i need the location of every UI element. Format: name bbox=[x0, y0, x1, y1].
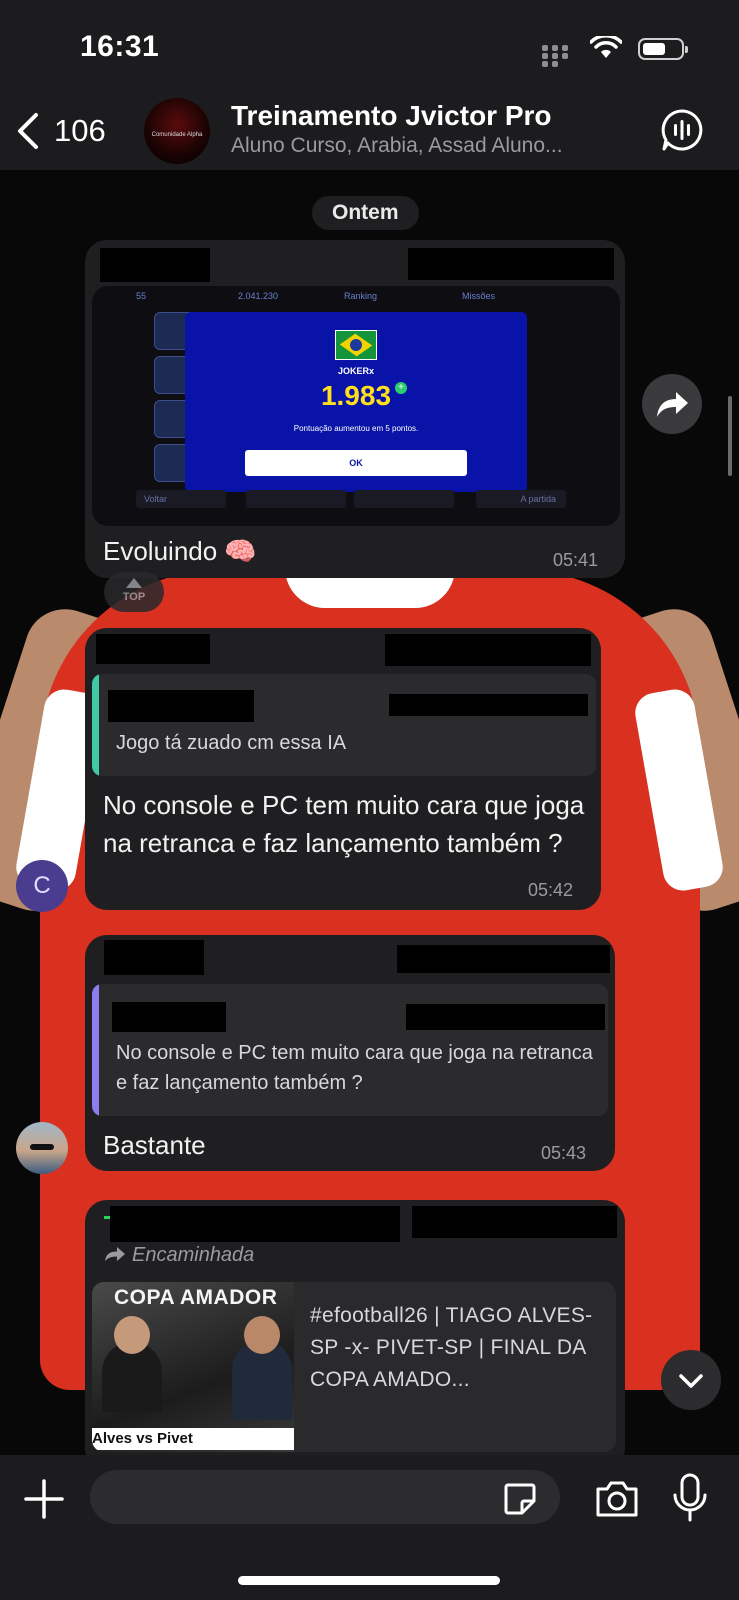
game-screenshot[interactable]: 55 2.041.230 Ranking Missões JOKERx 1.98… bbox=[92, 286, 620, 526]
avatar-caption: Comunidade Alpha bbox=[151, 132, 203, 138]
redacted-quote-sender bbox=[108, 690, 254, 722]
message-text: Evoluindo 🧠 bbox=[103, 536, 257, 566]
thumbnail-person bbox=[244, 1316, 280, 1354]
thumbnail-person bbox=[114, 1316, 150, 1354]
chevron-left-icon bbox=[18, 113, 38, 149]
sticker-icon[interactable] bbox=[502, 1481, 538, 1517]
chat-members[interactable]: Aluno Curso, Arabia, Assad Aluno... bbox=[231, 134, 601, 158]
thumbnail-players: Alves vs Pivet bbox=[92, 1428, 294, 1450]
battery-icon bbox=[638, 38, 688, 60]
quote-text: Jogo tá zuado cm essa IA bbox=[116, 732, 347, 754]
message-time: 05:41 bbox=[553, 550, 599, 570]
message-input[interactable] bbox=[90, 1470, 560, 1524]
scrollbar[interactable] bbox=[728, 396, 732, 476]
redacted-sender bbox=[104, 940, 204, 975]
quoted-message[interactable]: No console e PC tem muito cara que joga … bbox=[92, 984, 608, 1116]
quote-bar bbox=[92, 984, 99, 1116]
game-player-name: JOKERx bbox=[337, 366, 374, 376]
group-avatar[interactable]: Comunidade Alpha bbox=[144, 98, 210, 164]
scroll-down-button[interactable] bbox=[661, 1350, 721, 1410]
redacted-phone bbox=[397, 945, 610, 973]
score-up-icon: + bbox=[395, 382, 407, 394]
chat-title[interactable]: Treinamento Jvictor Pro bbox=[231, 100, 552, 132]
message-time: 05:42 bbox=[528, 880, 574, 900]
redacted-sender bbox=[96, 634, 210, 664]
quote-bar bbox=[92, 674, 99, 776]
game-bar bbox=[354, 490, 454, 508]
wifi-icon bbox=[590, 36, 622, 58]
forward-button[interactable] bbox=[642, 374, 702, 434]
quoted-message[interactable]: Jogo tá zuado cm essa IA bbox=[92, 674, 596, 776]
status-time: 16:31 bbox=[80, 30, 160, 63]
redacted-phone bbox=[385, 634, 591, 666]
share-arrow-icon bbox=[657, 392, 688, 417]
game-points: 2.041.230 bbox=[238, 291, 279, 301]
chevron-down-icon bbox=[679, 1374, 703, 1388]
forward-icon bbox=[105, 1247, 125, 1261]
sender-avatar-photo[interactable] bbox=[16, 1122, 68, 1174]
game-missions: Missões bbox=[462, 291, 496, 301]
brazil-flag-icon bbox=[335, 330, 377, 360]
game-score: 1.983 bbox=[320, 380, 392, 411]
game-score-info: Pontuação aumentou em 5 pontos. bbox=[293, 424, 419, 433]
game-next-button: A partida bbox=[476, 490, 566, 508]
message-time: 05:43 bbox=[541, 1143, 587, 1163]
redacted-quote-phone bbox=[389, 694, 588, 716]
forwarded-text: Encaminhada bbox=[132, 1244, 255, 1266]
game-topbar: 55 2.041.230 Ranking Missões bbox=[92, 286, 620, 306]
forwarded-label: Encaminhada bbox=[104, 1244, 254, 1267]
date-separator: Ontem bbox=[312, 196, 419, 230]
message-text: Bastante bbox=[103, 1130, 206, 1160]
preview-title: #efootball26 | TIAGO ALVES-SP -x- PIVET-… bbox=[310, 1304, 593, 1391]
chat-header: 106 Comunidade Alpha Treinamento Jvictor… bbox=[0, 90, 739, 170]
quote-text: No console e PC tem muito cara que joga … bbox=[116, 1042, 593, 1094]
redacted-phone bbox=[408, 248, 614, 280]
game-ranking: Ranking bbox=[344, 291, 378, 301]
voice-chat-icon[interactable] bbox=[660, 108, 704, 152]
arrow-up-icon bbox=[126, 578, 142, 588]
scroll-top-button[interactable]: TOP bbox=[104, 572, 164, 612]
game-coins: 55 bbox=[136, 291, 147, 301]
unread-count: 106 bbox=[54, 113, 106, 148]
game-back-button: Voltar bbox=[136, 490, 226, 508]
link-preview[interactable]: COPA AMADOR Alves vs Pivet #efootball26 … bbox=[92, 1282, 616, 1452]
message-text: No console e PC tem muito cara que joga … bbox=[103, 790, 585, 858]
sender-avatar[interactable]: C bbox=[16, 860, 68, 912]
redacted-phone bbox=[412, 1206, 617, 1238]
game-ok-button: OK bbox=[245, 450, 467, 476]
home-indicator[interactable] bbox=[238, 1576, 500, 1585]
status-bar: 16:31 bbox=[0, 0, 739, 90]
plus-icon[interactable] bbox=[22, 1477, 66, 1521]
redacted-sender bbox=[110, 1206, 400, 1242]
redacted-sender bbox=[100, 248, 210, 282]
top-label: TOP bbox=[122, 591, 146, 603]
camera-icon[interactable] bbox=[594, 1479, 640, 1519]
thumbnail-title: COPA AMADOR bbox=[114, 1286, 278, 1309]
back-button[interactable]: 106 bbox=[14, 108, 106, 154]
video-thumbnail: COPA AMADOR Alves vs Pivet bbox=[92, 1282, 294, 1452]
redacted-quote-phone bbox=[406, 1004, 605, 1030]
game-score-modal: JOKERx 1.983 + Pontuação aumentou em 5 p… bbox=[185, 312, 527, 492]
microphone-icon[interactable] bbox=[672, 1473, 708, 1523]
game-bar bbox=[246, 490, 346, 508]
cellular-signal-icon bbox=[540, 44, 578, 67]
redacted-quote-sender bbox=[112, 1002, 226, 1032]
wallpaper-shirt-text: MIA SAN bbox=[345, 589, 404, 605]
